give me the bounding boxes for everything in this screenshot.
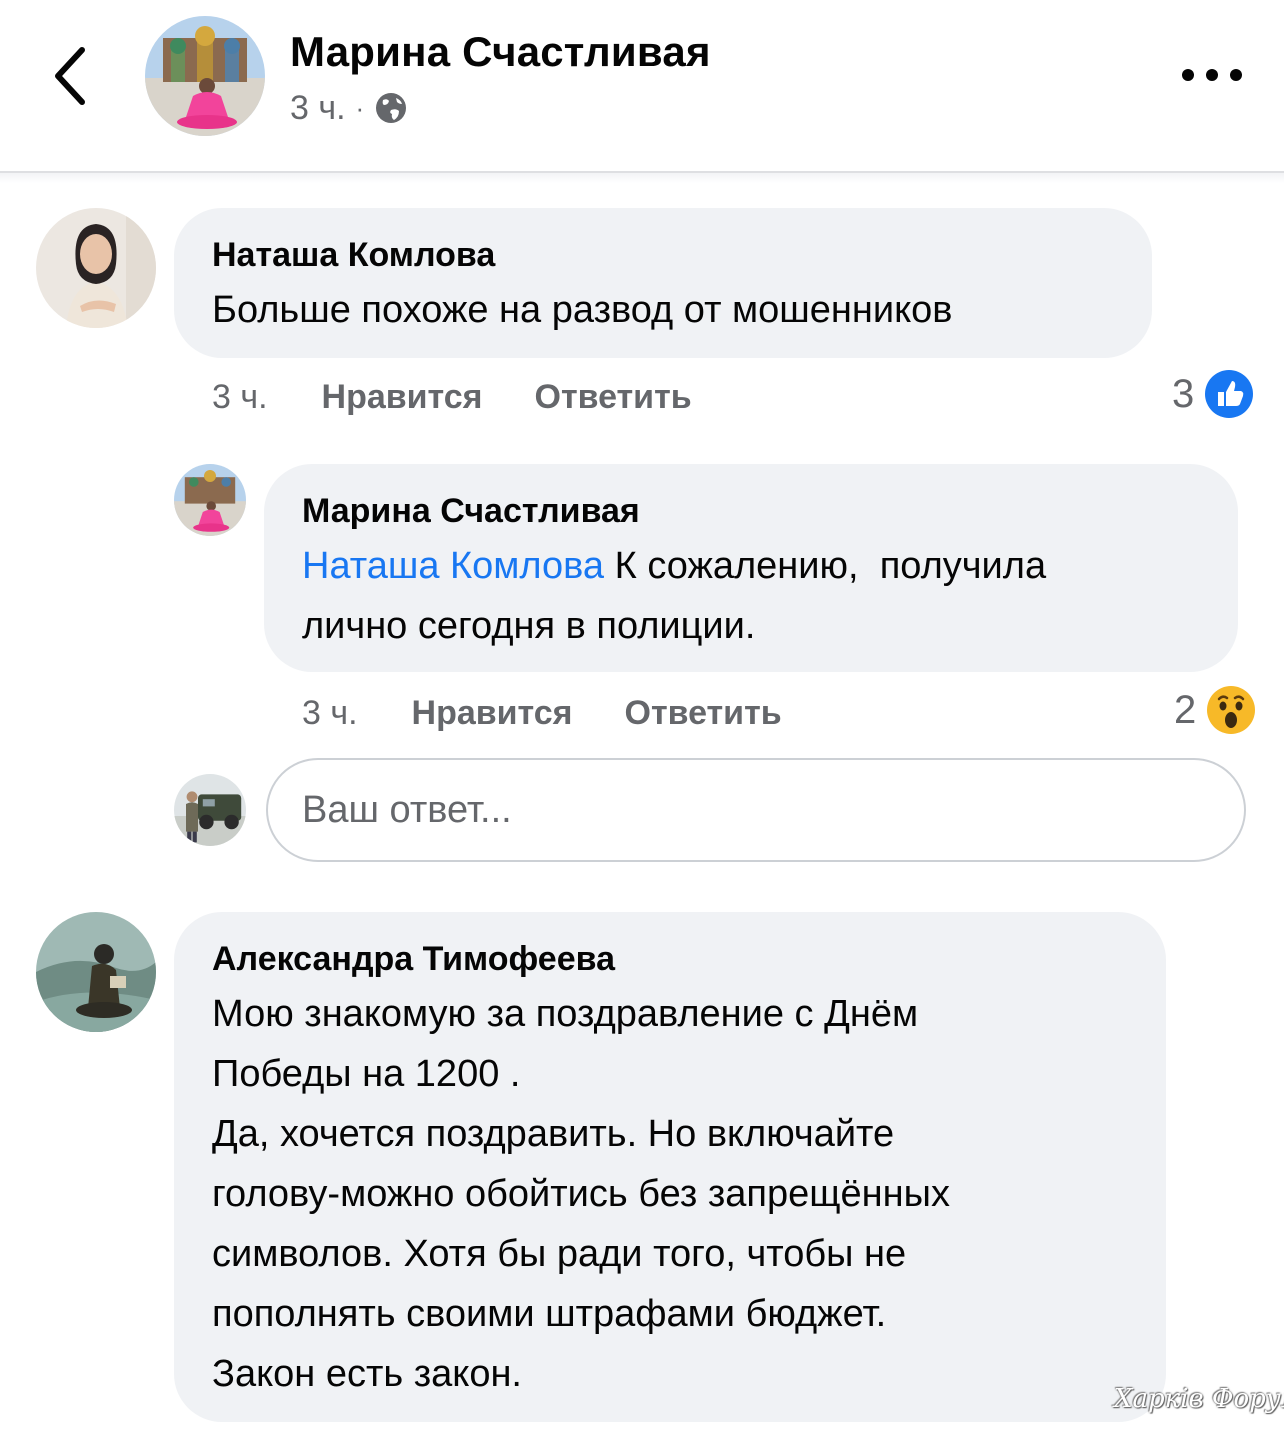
comment-text-line: Наташа Комлова К сожалению, получила [302, 536, 1046, 596]
comment-text-line: Мою знакомую за поздравление с Днём [212, 993, 919, 1035]
comment-bubble: Наташа Комлова Больше похоже на развод о… [174, 208, 1152, 358]
comment-time[interactable]: 3 ч. [212, 378, 268, 417]
post-header: Марина Счастливая 3 ч. · [0, 0, 1284, 172]
commenter-avatar[interactable] [174, 464, 246, 536]
comment-text: К сожалению, получила [604, 545, 1047, 587]
comment-actions: 3 ч. Нравится Ответить [212, 374, 744, 420]
reaction-count: 3 [1172, 371, 1195, 416]
reply-input-container[interactable] [266, 758, 1246, 862]
commenter-photo [36, 912, 156, 1032]
comment-text-line: голову-можно обойтись без запрещённых [212, 1173, 950, 1215]
author-photo [145, 16, 265, 136]
like-icon [1204, 369, 1254, 419]
comment-actions: 3 ч. Нравится Ответить [302, 690, 834, 736]
commenter-avatar[interactable] [36, 208, 156, 328]
comment-author[interactable]: Марина Счастливая [302, 492, 640, 531]
post-meta: 3 ч. · [290, 86, 408, 130]
meta-separator: · [355, 92, 365, 123]
reaction-count: 2 [1174, 687, 1197, 732]
comment-text-line: пополнять своими штрафами бюджет. [212, 1293, 887, 1335]
reply-button[interactable]: Ответить [535, 378, 692, 417]
chevron-left-icon [55, 47, 85, 105]
current-user-avatar[interactable] [174, 774, 246, 846]
comment-bubble: Александра Тимофеева Мою знакомую за поз… [174, 912, 1166, 1422]
comment-text-line: Победы на 1200 . [212, 1053, 521, 1095]
like-button[interactable]: Нравится [322, 378, 483, 417]
watermark: Харків Форум [1114, 1384, 1284, 1414]
mention-link[interactable]: Наташа Комлова [302, 545, 604, 587]
comment-text-line: Закон есть закон. [212, 1353, 522, 1395]
commenter-photo [36, 208, 156, 328]
reply-button[interactable]: Ответить [625, 694, 782, 733]
back-button[interactable] [40, 40, 100, 112]
wow-icon [1206, 685, 1256, 735]
header-shadow [0, 173, 1284, 183]
more-horizontal-icon [1182, 69, 1242, 81]
comment-text-line: Да, хочется поздравить. Но включайте [212, 1113, 895, 1155]
author-name[interactable]: Марина Счастливая [290, 28, 711, 76]
post-time[interactable]: 3 ч. [290, 89, 346, 128]
comment-time[interactable]: 3 ч. [302, 694, 358, 733]
reaction-summary[interactable]: 2 [1174, 684, 1256, 736]
comment-text-line: символов. Хотя бы ради того, чтобы не [212, 1233, 907, 1275]
author-avatar[interactable] [145, 16, 265, 136]
commenter-photo [174, 464, 246, 536]
comment-author[interactable]: Наташа Комлова [212, 236, 495, 275]
commenter-avatar[interactable] [36, 912, 156, 1032]
globe-icon [374, 91, 408, 125]
comment-text: лично сегодня в полиции. [302, 605, 756, 647]
comment-author[interactable]: Александра Тимофеева [212, 940, 615, 979]
reply-input[interactable] [302, 760, 1202, 860]
like-button[interactable]: Нравится [412, 694, 573, 733]
current-user-photo [174, 774, 246, 846]
more-options-button[interactable] [1180, 62, 1244, 88]
comment-text: Больше похоже на развод от мошенников [212, 289, 953, 331]
reaction-summary[interactable]: 3 [1172, 368, 1254, 420]
comment-bubble: Марина Счастливая Наташа Комлова К сожал… [264, 464, 1238, 672]
